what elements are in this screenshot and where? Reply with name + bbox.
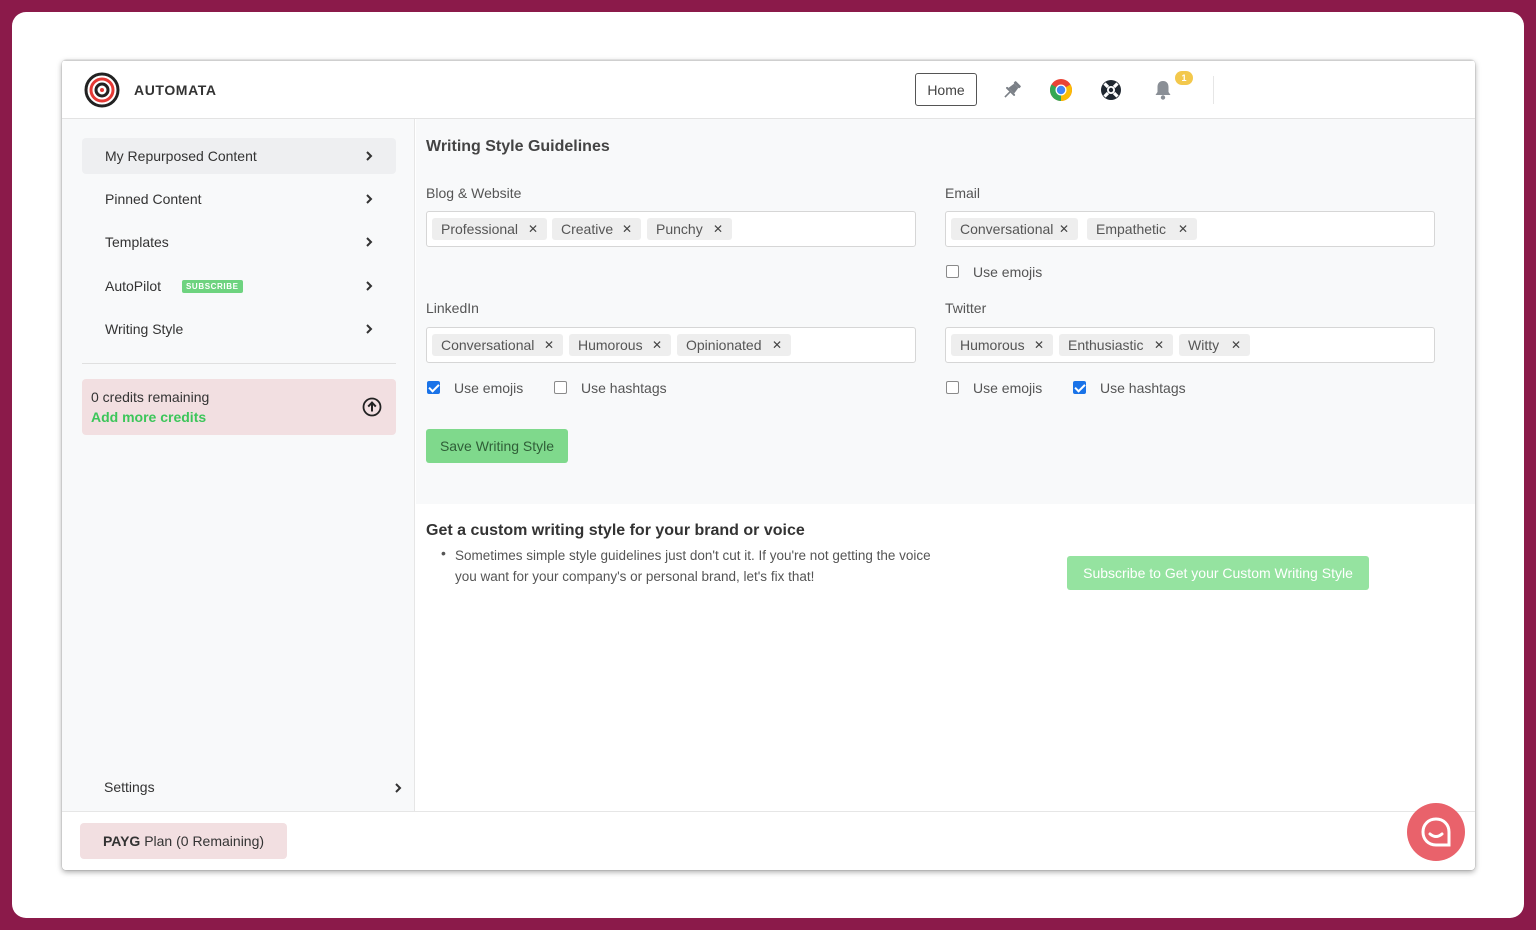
remove-tag-icon[interactable]: ✕ (1034, 334, 1044, 356)
chevron-right-icon (366, 151, 373, 161)
sidebar-item-label: My Repurposed Content (105, 148, 257, 164)
chevron-right-icon (366, 324, 373, 334)
plan-remaining: Plan (0 Remaining) (140, 833, 265, 849)
add-credits-link[interactable]: Add more credits (91, 409, 206, 425)
settings-link[interactable]: Settings (104, 779, 155, 795)
linkedin-label: LinkedIn (426, 300, 479, 316)
chrome-icon[interactable] (1049, 78, 1073, 102)
page-title: Writing Style Guidelines (426, 138, 610, 155)
app-window: AUTOMATA Home 1 My Repurposed Content Pi… (62, 60, 1475, 870)
tag-witty: Witty ✕ (1179, 334, 1250, 356)
chevron-right-icon (366, 237, 373, 247)
remove-tag-icon[interactable]: ✕ (1178, 218, 1188, 240)
sidebar-item-label: AutoPilot (105, 278, 162, 294)
twitter-tags-input[interactable]: Humorous ✕ Enthusiastic ✕ Witty ✕ (945, 327, 1435, 363)
tag-opinionated: Opinionated ✕ (677, 334, 791, 356)
chevron-right-icon (366, 281, 373, 291)
save-writing-style-button[interactable]: Save Writing Style (426, 429, 568, 463)
footer-bar: PAYG Plan (0 Remaining) (62, 803, 1475, 870)
blog-website-label: Blog & Website (426, 185, 522, 201)
linkedin-use-emojis-label: Use emojis (454, 380, 524, 396)
twitter-use-emojis-checkbox[interactable] (946, 381, 959, 394)
tag-professional: Professional ✕ (432, 218, 547, 240)
sidebar-item-my-repurposed-content[interactable]: My Repurposed Content (82, 138, 396, 174)
linkedin-tags-input[interactable]: Conversational ✕ Humorous ✕ Opinionated ✕ (426, 327, 916, 363)
brand-name: AUTOMATA (134, 82, 217, 98)
bullet-point: • (441, 545, 446, 561)
tag-enthusiastic: Enthusiastic ✕ (1059, 334, 1173, 356)
credits-panel: 0 credits remaining Add more credits (82, 379, 396, 435)
plan-name: PAYG (102, 833, 141, 849)
blog-website-tags-input[interactable]: Professional ✕ Creative ✕ Punchy ✕ (426, 211, 916, 247)
sidebar: My Repurposed Content Pinned Content Tem… (62, 119, 415, 811)
chat-bubble-icon (1421, 817, 1451, 847)
chat-launcher-button[interactable] (1407, 803, 1465, 861)
custom-style-description: Sometimes simple style guidelines just d… (455, 548, 931, 584)
bell-icon[interactable] (1151, 78, 1175, 102)
email-use-emojis-label: Use emojis (973, 264, 1043, 280)
tag-conversational: Conversational ✕ (951, 218, 1078, 240)
twitter-label: Twitter (945, 300, 987, 316)
sidebar-item-label: Pinned Content (105, 191, 202, 207)
chevron-right-icon[interactable] (393, 781, 403, 795)
remove-tag-icon[interactable]: ✕ (622, 218, 632, 240)
twitter-use-hashtags-label: Use hashtags (1100, 380, 1186, 396)
tag-conversational: Conversational ✕ (432, 334, 563, 356)
chevron-right-icon (366, 194, 373, 204)
target-logo-icon[interactable] (84, 72, 120, 108)
sidebar-item-autopilot[interactable]: AutoPilot SUBSCRIBE (82, 268, 396, 304)
plan-button[interactable]: PAYG Plan (0 Remaining) (80, 823, 287, 859)
home-button[interactable]: Home (915, 73, 977, 106)
remove-tag-icon[interactable]: ✕ (1154, 334, 1164, 356)
remove-tag-icon[interactable]: ✕ (1059, 218, 1069, 240)
tag-punchy: Punchy ✕ (647, 218, 732, 240)
linkedin-use-emojis-checkbox[interactable] (427, 381, 440, 394)
tag-empathetic: Empathetic ✕ (1087, 218, 1197, 240)
email-use-emojis-checkbox[interactable] (946, 265, 959, 278)
subscribe-custom-style-button[interactable]: Subscribe to Get your Custom Writing Sty… (1067, 556, 1369, 590)
tag-humorous: Humorous ✕ (569, 334, 671, 356)
email-tags-input[interactable]: Conversational ✕ Empathetic ✕ (945, 211, 1435, 247)
writing-style-form: Writing Style Guidelines Blog & Website … (416, 119, 1475, 504)
arrow-up-circle-icon[interactable] (362, 397, 382, 417)
top-header: AUTOMATA Home 1 (62, 60, 1475, 119)
linkedin-use-hashtags-checkbox[interactable] (554, 381, 567, 394)
remove-tag-icon[interactable]: ✕ (772, 334, 782, 356)
sidebar-item-label: Writing Style (105, 321, 184, 337)
main-content: Writing Style Guidelines Blog & Website … (416, 119, 1475, 811)
sidebar-item-writing-style[interactable]: Writing Style (82, 311, 396, 347)
custom-style-title: Get a custom writing style for your bran… (426, 522, 805, 539)
tag-creative: Creative ✕ (552, 218, 641, 240)
remove-tag-icon[interactable]: ✕ (544, 334, 554, 356)
linkedin-use-hashtags-label: Use hashtags (581, 380, 667, 396)
notification-badge: 1 (1175, 71, 1193, 85)
tag-humorous: Humorous ✕ (951, 334, 1053, 356)
sidebar-divider (82, 363, 396, 364)
remove-tag-icon[interactable]: ✕ (528, 218, 538, 240)
sidebar-item-templates[interactable]: Templates (82, 224, 396, 260)
header-divider (1213, 76, 1214, 104)
subscribe-badge: SUBSCRIBE (182, 280, 243, 293)
remove-tag-icon[interactable]: ✕ (652, 334, 662, 356)
sidebar-item-pinned-content[interactable]: Pinned Content (82, 181, 396, 217)
lifebuoy-icon[interactable] (1099, 78, 1123, 102)
credits-remaining-text: 0 credits remaining (91, 389, 210, 405)
email-label: Email (945, 185, 981, 201)
remove-tag-icon[interactable]: ✕ (713, 218, 723, 240)
twitter-use-emojis-label: Use emojis (973, 380, 1043, 396)
sidebar-item-label: Templates (105, 234, 169, 250)
pin-icon[interactable] (1000, 78, 1024, 102)
remove-tag-icon[interactable]: ✕ (1231, 334, 1241, 356)
twitter-use-hashtags-checkbox[interactable] (1073, 381, 1086, 394)
